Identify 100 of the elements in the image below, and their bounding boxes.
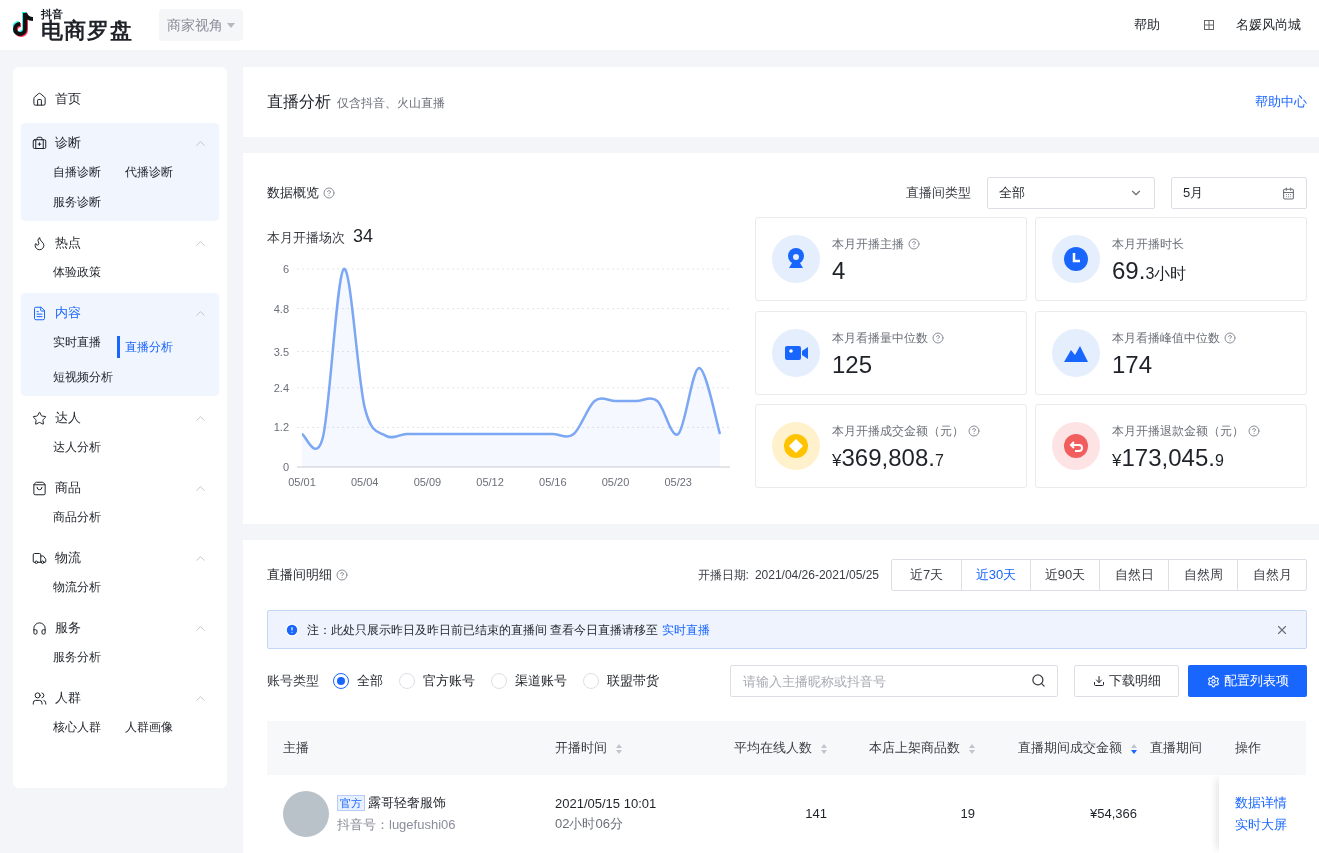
stat-value: 69.3小时 — [1112, 259, 1187, 283]
column-header: 主播 — [267, 721, 555, 775]
x-tick-label: 05/16 — [539, 476, 567, 488]
nav-subitem[interactable]: 代播诊断 — [125, 161, 197, 183]
column-header[interactable]: 平均在线人数 — [705, 721, 840, 775]
config-columns-button[interactable]: 配置列表项 — [1188, 665, 1307, 697]
realtime-link[interactable]: 实时直播 — [662, 622, 711, 637]
nav-subitem[interactable]: 核心人群 — [53, 716, 125, 738]
y-tick-label: 4.8 — [273, 302, 289, 315]
page-title: 直播分析 — [267, 92, 331, 112]
action-link[interactable]: 实时大屏 — [1235, 814, 1306, 835]
x-tick-label: 05/04 — [350, 476, 379, 488]
download-button[interactable]: 下载明细 — [1074, 665, 1179, 697]
y-tick-label: 1.2 — [273, 421, 289, 434]
date-range: 2021/04/26-2021/05/25 — [754, 567, 879, 584]
stat-value: ¥173,045.9 — [1112, 446, 1225, 471]
nav-item[interactable]: 首页 — [55, 89, 208, 109]
help-icon[interactable] — [1248, 425, 1260, 438]
duration: 02小时06分 — [555, 814, 624, 833]
nav-item[interactable]: 人群 — [55, 688, 193, 708]
radio-label[interactable]: 联盟带货 — [607, 671, 659, 691]
stat-label: 本月开播时长 — [1112, 236, 1184, 253]
sessions-value: 34 — [353, 225, 374, 248]
nav-subitem[interactable]: 人群画像 — [125, 716, 197, 738]
help-icon[interactable] — [336, 569, 348, 581]
help-icon[interactable] — [908, 238, 920, 250]
room-type-label: 直播间类型 — [906, 184, 971, 203]
radio-label[interactable]: 渠道账号 — [515, 671, 567, 691]
radio-label[interactable]: 全部 — [357, 671, 383, 691]
column-header[interactable]: 开播时间 — [555, 721, 705, 775]
sessions-label: 本月开播场次 — [267, 229, 345, 247]
range-tab[interactable]: 自然日 — [1099, 560, 1168, 590]
y-tick-label: 3.5 — [273, 345, 289, 358]
nav-item[interactable]: 内容 — [55, 303, 193, 323]
info-icon — [285, 622, 299, 637]
download-icon — [1092, 675, 1105, 687]
x-tick-label: 05/23 — [664, 476, 692, 488]
help-icon[interactable] — [968, 425, 980, 438]
search-field[interactable]: 请输入主播昵称或抖音号 — [730, 665, 1058, 697]
nav-subitem[interactable]: 直播分析 — [117, 336, 197, 358]
nav-item[interactable]: 热点 — [55, 233, 193, 253]
home-icon — [32, 91, 47, 107]
stat-value: 4 — [832, 259, 847, 283]
diagnose-icon — [32, 135, 47, 151]
y-tick-label: 2.4 — [273, 381, 289, 394]
stat-label: 本月看播量中位数 — [832, 329, 928, 347]
table-cell: 141 — [705, 775, 840, 853]
nav-subitem[interactable]: 短视频分析 — [53, 366, 125, 388]
logo-title: 电商罗盘 — [41, 19, 133, 42]
column-header[interactable]: 本店上架商品数 — [840, 721, 988, 775]
stat-label: 本月开播退款金额（元） — [1112, 423, 1244, 441]
table-cell: ¥54,366 — [988, 775, 1150, 853]
radio-label[interactable]: 官方账号 — [423, 671, 475, 691]
x-tick-label: 05/09 — [413, 476, 442, 488]
range-tab[interactable]: 自然周 — [1168, 560, 1237, 590]
broken-image-icon — [1204, 20, 1214, 30]
range-tab[interactable]: 自然月 — [1237, 560, 1306, 590]
stat-label: 本月开播主播 — [832, 236, 904, 253]
section-title: 数据概览 — [267, 184, 319, 203]
account-type-label: 账号类型 — [267, 672, 319, 691]
calendar-icon — [1282, 186, 1295, 200]
nav-item[interactable]: 服务 — [55, 618, 193, 638]
help-icon[interactable] — [323, 187, 335, 199]
help-link[interactable]: 帮助 — [1134, 15, 1160, 35]
x-tick-label: 05/20 — [601, 476, 630, 488]
stat-label: 本月看播峰值中位数 — [1112, 329, 1220, 347]
column-header[interactable]: 直播期间成交金额 — [988, 721, 1150, 775]
range-tab[interactable]: 近30天 — [961, 560, 1030, 590]
help-icon[interactable] — [932, 331, 944, 344]
nav-subitem[interactable]: 服务诊断 — [53, 191, 125, 213]
nav-subitem[interactable]: 物流分析 — [53, 576, 125, 598]
stat-value: 174 — [1112, 352, 1154, 377]
nav-item[interactable]: 商品 — [55, 478, 193, 498]
room-type-select[interactable]: 全部 — [987, 177, 1155, 209]
caret-icon — [227, 22, 235, 28]
start-time: 2021/05/15 10:01 — [555, 795, 658, 814]
anchor-name[interactable]: 露哥轻奢服饰 — [368, 793, 446, 813]
action-link[interactable]: 数据详情 — [1235, 793, 1306, 813]
help-icon[interactable] — [1224, 331, 1236, 344]
sort-icon[interactable] — [1130, 742, 1138, 755]
range-tab[interactable]: 近7天 — [892, 560, 961, 590]
nav-item[interactable]: 物流 — [55, 548, 193, 568]
column-header: 操作 — [1219, 721, 1306, 775]
help-center-link[interactable]: 帮助中心 — [1255, 92, 1307, 112]
nav-subitem[interactable]: 体验政策 — [53, 261, 125, 283]
hot-icon — [32, 235, 47, 251]
nav-item[interactable]: 诊断 — [55, 133, 193, 153]
nav-subitem[interactable]: 达人分析 — [53, 436, 125, 458]
stat-value: ¥369,808.7 — [832, 446, 945, 471]
table-cell: 19 — [840, 775, 988, 853]
nav-subitem[interactable]: 商品分析 — [53, 506, 125, 528]
month-picker[interactable]: 5月 — [1171, 177, 1307, 209]
nav-subitem[interactable]: 服务分析 — [53, 646, 125, 668]
date-label: 开播日期: — [697, 567, 749, 584]
avatar — [283, 790, 329, 837]
shop-name[interactable]: 名媛风尚城 — [1236, 15, 1301, 35]
x-tick-label: 05/01 — [288, 476, 316, 488]
nav-subitem[interactable]: 自播诊断 — [53, 161, 125, 183]
nav-item[interactable]: 达人 — [55, 408, 193, 428]
range-tab[interactable]: 近90天 — [1030, 560, 1099, 590]
